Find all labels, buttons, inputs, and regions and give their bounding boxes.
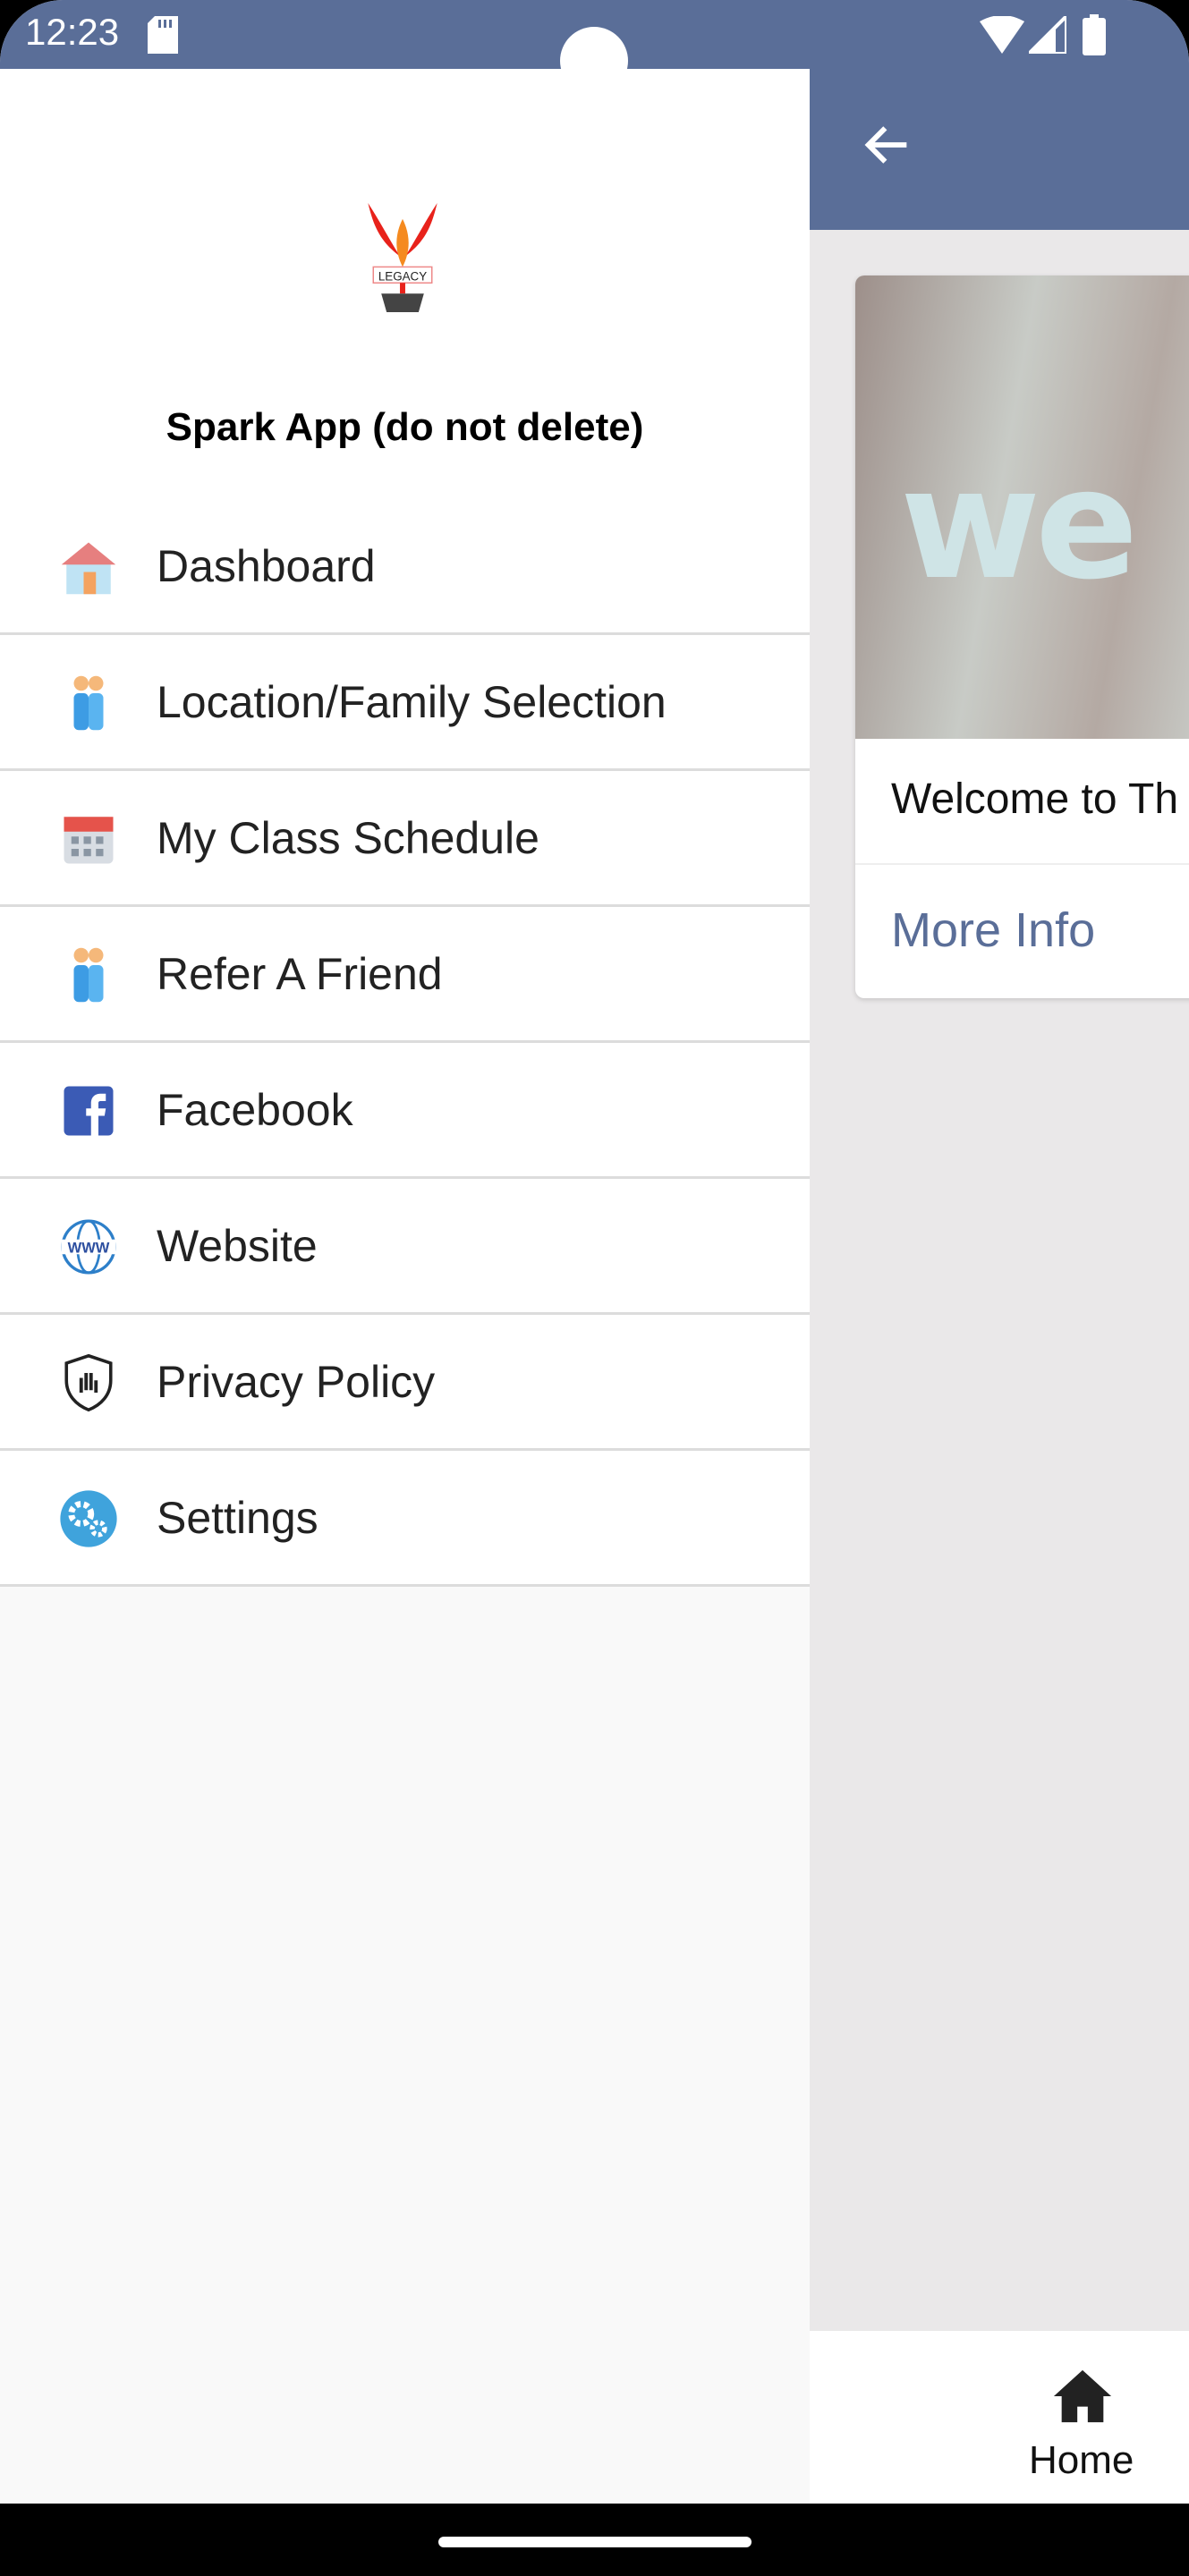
menu-item-class-schedule[interactable]: My Class Schedule [0,771,810,907]
gesture-nav-handle[interactable] [438,2537,752,2547]
drawer-header: LEGACY Spark App (do not delete) [0,69,810,499]
card-title: Welcome to Th [855,739,1189,865]
drawer-title: Spark App (do not delete) [166,405,644,449]
welcome-card[interactable]: we Welcome to Th More Info [855,275,1189,998]
sd-card-icon [148,16,178,54]
svg-text:WWW: WWW [68,1240,110,1256]
calendar-icon [64,817,114,864]
more-info-link[interactable]: More Info [855,865,1189,958]
camera-cutout [560,27,628,95]
svg-text:LEGACY: LEGACY [378,269,427,283]
gears-icon [60,1490,117,1547]
status-time: 12:23 [25,11,120,53]
house-icon [61,542,116,595]
welcome-image: we [855,275,1189,739]
facebook-icon [64,1086,114,1136]
menu-item-refer-friend[interactable]: Refer A Friend [0,907,810,1043]
navigation-drawer: LEGACY Spark App (do not delete) Dashboa… [0,69,810,2504]
menu-item-settings[interactable]: Settings [0,1451,810,1587]
shield-hand-icon [64,1353,113,1412]
back-arrow-icon[interactable] [859,116,916,174]
screen: 12:23 we Welcome to Th More Info Home LE… [0,0,1189,2504]
family-icon [73,947,104,1003]
menu-item-website[interactable]: WWW Website [0,1179,810,1315]
home-icon[interactable] [1051,2367,1114,2426]
menu-item-dashboard[interactable]: Dashboard [0,499,810,635]
globe-www-icon: WWW [61,1219,116,1275]
menu-item-privacy-policy[interactable]: Privacy Policy [0,1315,810,1451]
family-icon [73,675,104,731]
signal-icon [1029,16,1066,54]
battery-icon [1083,14,1106,55]
bottom-tab-bar: Home [810,2331,1189,2504]
tab-home[interactable]: Home [1029,2438,1134,2483]
menu-item-location-family[interactable]: Location/Family Selection [0,635,810,771]
legacy-academy-logo: LEGACY [368,203,437,313]
wifi-icon [980,16,1024,54]
menu-item-facebook[interactable]: Facebook [0,1043,810,1179]
